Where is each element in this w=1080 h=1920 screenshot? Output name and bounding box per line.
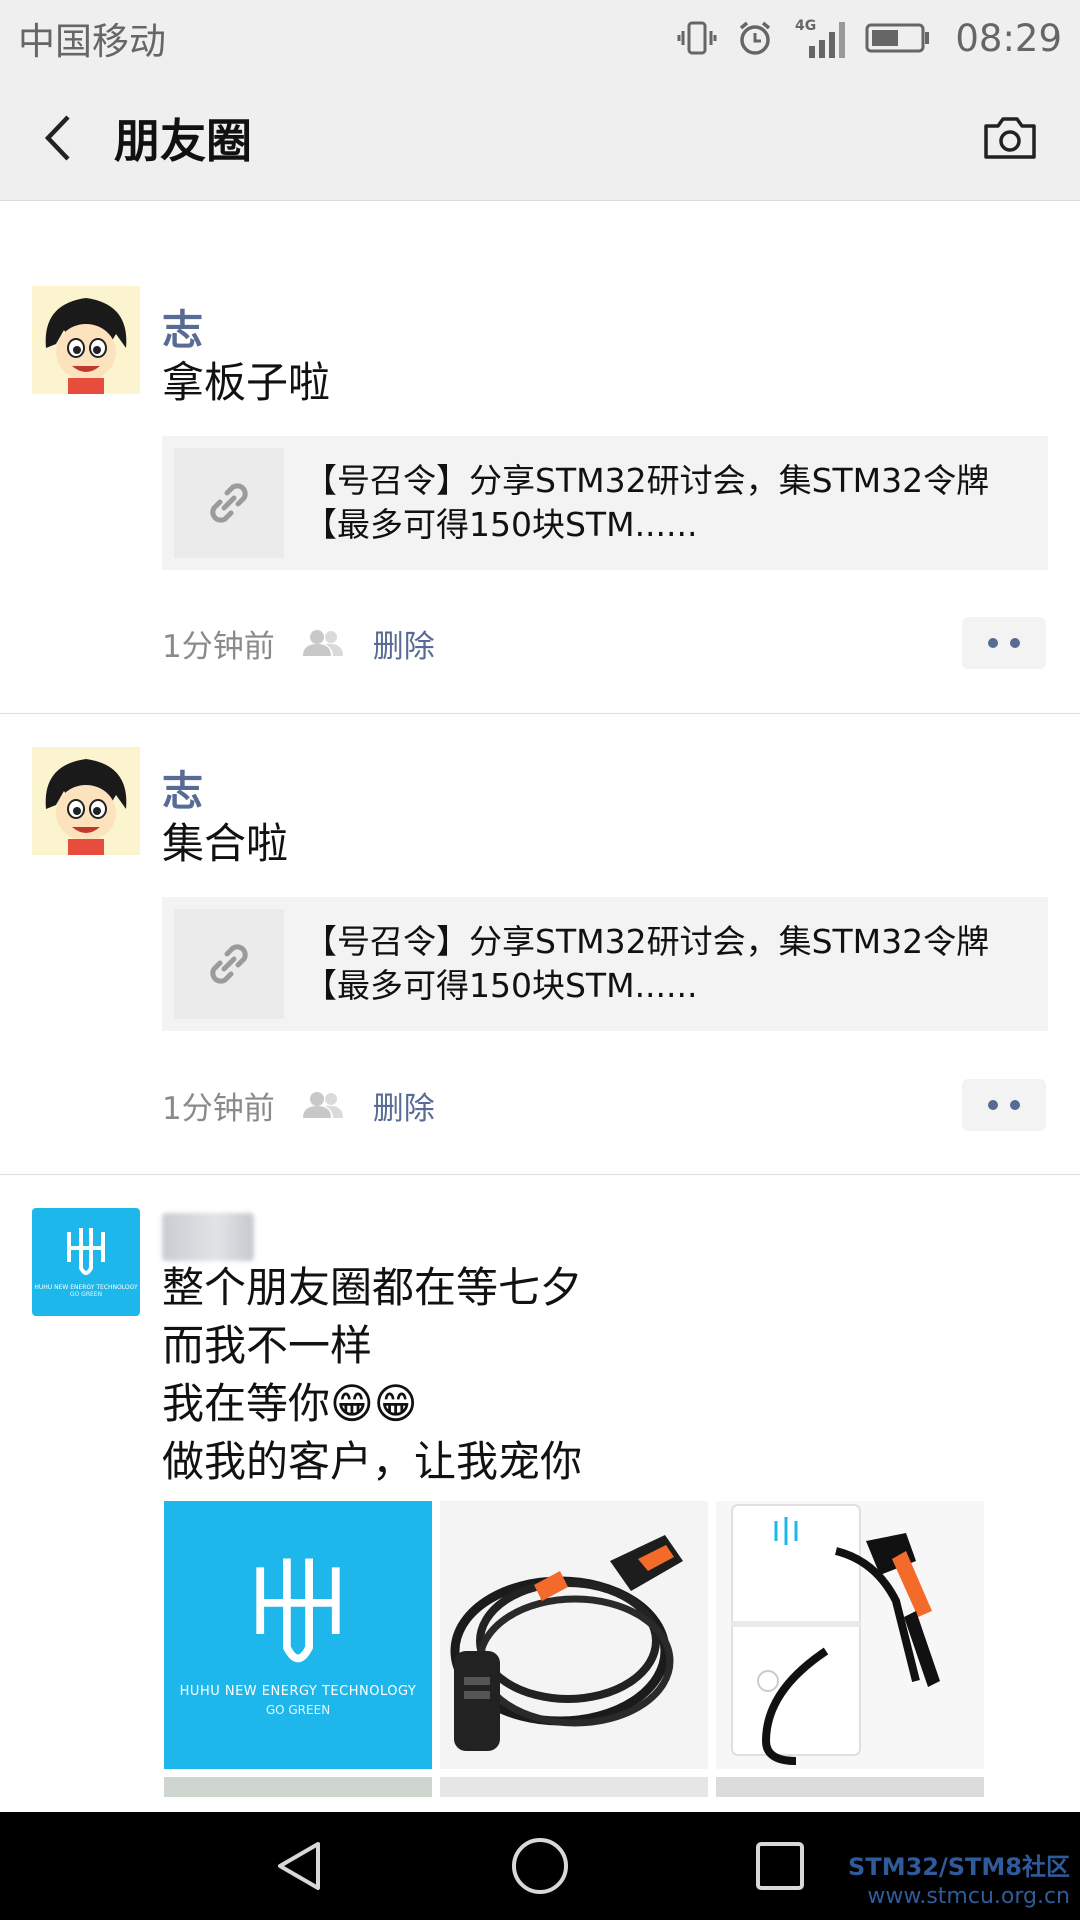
photo-grid: HUHU NEW ENERGY TECHNOLOGY GO GREEN bbox=[164, 1501, 984, 1797]
brand-avatar-sub: GO GREEN bbox=[69, 1291, 103, 1298]
post-meta: 1分钟前 删除 bbox=[162, 618, 435, 668]
post-text-line: 做我的客户，让我宠你 bbox=[162, 1437, 583, 1486]
blurred-author-name[interactable] bbox=[162, 1213, 254, 1261]
moments-feed[interactable]: 志 拿板子啦 【号召令】分享STM32研讨会，集STM32令牌 【最多可得150… bbox=[0, 202, 1080, 1812]
page-title: 朋友圈 bbox=[114, 114, 252, 168]
post-text: 集合啦 bbox=[162, 819, 289, 868]
shared-link-card[interactable]: 【号召令】分享STM32研讨会，集STM32令牌 【最多可得150块STM...… bbox=[162, 436, 1048, 570]
post-meta: 1分钟前 删除 bbox=[162, 1080, 435, 1130]
post-time: 1分钟前 bbox=[162, 1090, 275, 1127]
photo-partial[interactable] bbox=[716, 1777, 984, 1797]
photo-charging-station[interactable] bbox=[716, 1501, 984, 1769]
visibility-friends-icon[interactable] bbox=[301, 628, 345, 658]
camera-icon bbox=[984, 117, 1036, 159]
link-thumbnail bbox=[174, 448, 284, 558]
avatar[interactable] bbox=[32, 747, 140, 855]
battery-icon bbox=[865, 20, 931, 56]
circle-home-icon bbox=[512, 1838, 568, 1894]
status-icons: 4G 08:29 bbox=[677, 16, 1062, 60]
post-text-line: 整个朋友圈都在等七夕 bbox=[162, 1263, 583, 1312]
nav-recents-button[interactable] bbox=[750, 1836, 810, 1896]
photo-partial[interactable] bbox=[164, 1777, 432, 1797]
photo-brand-sub: GO GREEN bbox=[265, 1702, 331, 1717]
chevron-left-icon bbox=[44, 115, 70, 161]
vibrate-icon bbox=[677, 18, 717, 58]
brand-avatar-text: HUHU NEW ENERGY TECHNOLOGY bbox=[34, 1284, 138, 1291]
network-type-label: 4G bbox=[795, 18, 816, 34]
link-title: 【号召令】分享STM32研讨会，集STM32令牌 【最多可得150块STM...… bbox=[304, 459, 989, 547]
post-text: 拿板子啦 bbox=[162, 358, 331, 407]
dot-icon bbox=[1010, 1100, 1020, 1110]
moment-post: HUHU NEW ENERGY TECHNOLOGY GO GREEN 整个朋友… bbox=[0, 1175, 1080, 1812]
photo-brand-text: HUHU NEW ENERGY TECHNOLOGY bbox=[179, 1683, 417, 1699]
more-actions-button[interactable] bbox=[962, 617, 1046, 669]
title-bar: 朋友圈 bbox=[0, 76, 1080, 201]
photo-partial[interactable] bbox=[440, 1777, 708, 1797]
carrier-name: 中国移动 bbox=[18, 20, 166, 63]
nav-home-button[interactable] bbox=[510, 1836, 570, 1896]
brand-logo-icon bbox=[67, 1228, 105, 1275]
camera-button[interactable] bbox=[980, 108, 1040, 168]
clock: 08:29 bbox=[955, 16, 1062, 60]
link-thumbnail bbox=[174, 909, 284, 1019]
visibility-friends-icon[interactable] bbox=[301, 1090, 345, 1120]
avatar[interactable]: HUHU NEW ENERGY TECHNOLOGY GO GREEN bbox=[32, 1208, 140, 1316]
link-icon bbox=[210, 483, 248, 523]
more-actions-button[interactable] bbox=[962, 1079, 1046, 1131]
link-title-line: 【最多可得150块STM...... bbox=[304, 966, 698, 1005]
watermark-line: STM32/STM8社区 bbox=[848, 1853, 1070, 1881]
system-nav-bar: STM32/STM8社区 www.stmcu.org.cn bbox=[0, 1812, 1080, 1920]
signal-icon: 4G bbox=[793, 16, 847, 60]
post-text-line: 而我不一样 bbox=[162, 1321, 373, 1370]
shared-link-card[interactable]: 【号召令】分享STM32研讨会，集STM32令牌 【最多可得150块STM...… bbox=[162, 897, 1048, 1031]
triangle-back-icon bbox=[278, 1842, 320, 1890]
delete-link[interactable]: 删除 bbox=[373, 621, 435, 666]
watermark-line: www.stmcu.org.cn bbox=[867, 1884, 1070, 1909]
delete-link[interactable]: 删除 bbox=[373, 1083, 435, 1128]
link-icon bbox=[210, 944, 248, 984]
cartoon-avatar-icon bbox=[32, 747, 140, 855]
dot-icon bbox=[988, 638, 998, 648]
post-text: 整个朋友圈都在等七夕 而我不一样 我在等你😁😁 做我的客户，让我宠你 bbox=[162, 1259, 582, 1491]
square-recents-icon bbox=[756, 1842, 804, 1890]
cartoon-avatar-icon bbox=[32, 286, 140, 394]
link-title-line: 【最多可得150块STM...... bbox=[304, 505, 698, 544]
alarm-icon bbox=[735, 18, 775, 58]
dot-icon bbox=[1010, 638, 1020, 648]
charging-station-image bbox=[716, 1501, 984, 1769]
moment-post: 志 拿板子啦 【号召令】分享STM32研讨会，集STM32令牌 【最多可得150… bbox=[0, 202, 1080, 714]
back-button[interactable] bbox=[30, 108, 90, 168]
charging-cable-image bbox=[440, 1501, 708, 1769]
link-title-line: 【号召令】分享STM32研讨会，集STM32令牌 bbox=[304, 461, 990, 500]
moment-post: 志 集合啦 【号召令】分享STM32研讨会，集STM32令牌 【最多可得150块… bbox=[0, 714, 1080, 1175]
nav-back-button[interactable] bbox=[270, 1836, 330, 1896]
avatar[interactable] bbox=[32, 286, 140, 394]
link-title-line: 【号召令】分享STM32研讨会，集STM32令牌 bbox=[304, 922, 990, 961]
post-time: 1分钟前 bbox=[162, 628, 275, 665]
photo-brand-logo[interactable]: HUHU NEW ENERGY TECHNOLOGY GO GREEN bbox=[164, 1501, 432, 1769]
post-author[interactable]: 志 bbox=[162, 757, 203, 817]
status-bar: 中国移动 4G 08:29 bbox=[0, 0, 1080, 76]
photo-charging-cable[interactable] bbox=[440, 1501, 708, 1769]
post-author[interactable]: 志 bbox=[162, 296, 203, 356]
dot-icon bbox=[988, 1100, 998, 1110]
watermark: STM32/STM8社区 www.stmcu.org.cn bbox=[848, 1852, 1070, 1912]
brand-logo-icon bbox=[256, 1557, 340, 1662]
link-title: 【号召令】分享STM32研讨会，集STM32令牌 【最多可得150块STM...… bbox=[304, 920, 989, 1008]
post-text-line: 我在等你😁😁 bbox=[162, 1379, 418, 1428]
